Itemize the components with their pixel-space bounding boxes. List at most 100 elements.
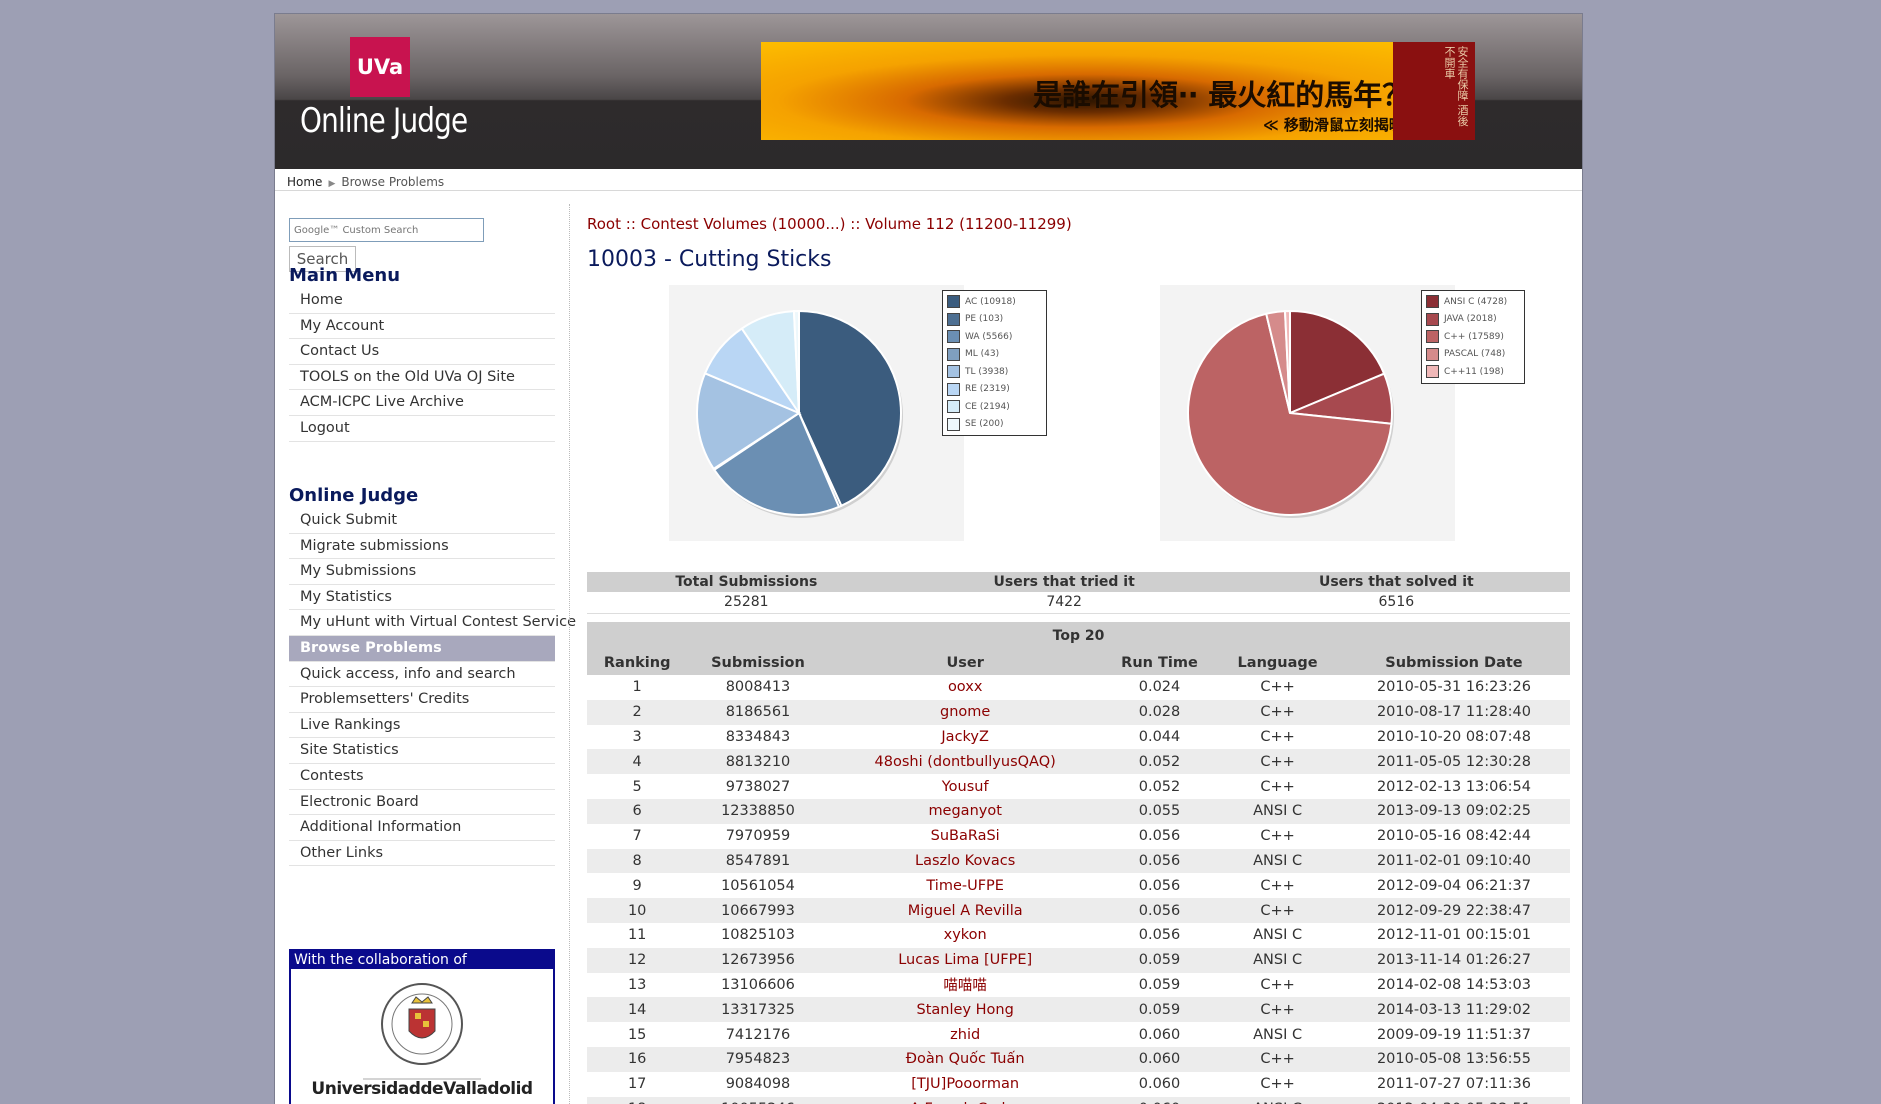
main-menu-item-contact-us[interactable]: Contact Us [289,339,555,365]
oj-menu-item-my-statistics[interactable]: My Statistics [289,585,555,611]
collaboration-title: With the collaboration of [291,951,553,969]
main-menu-item-my-account[interactable]: My Account [289,314,555,340]
total-submissions-value: 25281 [587,592,906,614]
verdict-pie-legend-swatch [947,295,960,309]
language-pie-legend-label: C++11 (198) [1444,366,1504,377]
users-solved-value: 6516 [1222,592,1570,614]
main-menu-item-logout[interactable]: Logout [289,416,555,442]
path-volumes-link[interactable]: Contest Volumes (10000...) [641,215,846,233]
column-divider [569,204,570,1104]
language-pie-legend-swatch [1426,295,1439,309]
language-legend: ANSI C (4728) JAVA (2018) C++ (17589) PASCA… [1421,290,1525,384]
users-tried-value: 7422 [905,592,1223,614]
path-volume-link[interactable]: Volume 112 (11200-11299) [865,215,1072,233]
top20-column-header[interactable]: Ranking [587,650,688,675]
ad-banner[interactable]: 是誰在引領‧‧ 最火紅的馬年？ ≪ 移動滑鼠立刻揭曉 安全有保障 酒後不開車 [761,42,1475,140]
user-link[interactable]: Laszlo Kovacs [828,848,1102,874]
language-cell: C++ [1217,1046,1338,1072]
oj-menu-item-contests[interactable]: Contests [289,764,555,790]
oj-menu-item-other-links[interactable]: Other Links [289,841,555,867]
runtime-cell: 0.060 [1101,1046,1218,1072]
main-menu-item-tools-on-the-old-uva-oj-site[interactable]: TOOLS on the Old UVa OJ Site [289,365,555,391]
language-cell: C++ [1217,823,1338,849]
oj-menu-item-electronic-board[interactable]: Electronic Board [289,790,555,816]
language-cell: C++ [1217,724,1338,750]
user-link[interactable]: Yousuf [828,774,1102,799]
verdict-pie-legend-item: AC (10918) [947,293,1042,311]
oj-menu-item-quick-access-info-and-search[interactable]: Quick access, info and search [289,662,555,688]
runtime-cell: 0.028 [1101,699,1218,725]
language-cell: C++ [1217,997,1338,1023]
breadcrumb-home[interactable]: Home [287,175,322,189]
language-cell: ANSI C [1217,947,1338,973]
date-cell: 2011-07-27 07:11:36 [1337,1071,1570,1097]
user-link[interactable]: ooxx [828,675,1102,700]
language-pie-legend-item: JAVA (2018) [1426,311,1520,329]
user-link[interactable]: xykon [828,922,1102,948]
verdict-pie-legend-label: SE (200) [965,419,1004,430]
user-link[interactable]: meganyot [828,798,1102,824]
submission-cell: 9084098 [687,1071,829,1097]
submission-cell: 8008413 [687,675,829,700]
top20-column-header[interactable]: Language [1217,650,1338,675]
site-name[interactable]: Online Judge [300,101,468,141]
top20-column-header[interactable]: Submission Date [1337,650,1570,675]
language-cell: C++ [1217,1071,1338,1097]
date-cell: 2011-02-01 09:10:40 [1337,848,1570,874]
oj-menu-item-additional-information[interactable]: Additional Information [289,815,555,841]
user-link[interactable]: Stanley Hong [828,997,1102,1023]
main-menu-item-home[interactable]: Home [289,288,555,314]
user-link[interactable]: Lucas Lima [UFPE] [828,947,1102,973]
verdict-pie-legend-swatch [947,365,960,379]
user-link[interactable]: A French Coder [828,1096,1102,1104]
user-link[interactable]: 48oshi (dontbullyusQAQ) [828,749,1102,775]
verdict-pie-legend-item: TL (3938) [947,363,1042,381]
verdict-chart [669,285,964,541]
oj-menu-item-problemsetters-credits[interactable]: Problemsetters' Credits [289,687,555,713]
user-link[interactable]: Đoàn Quốc Tuấn [828,1046,1102,1072]
runtime-cell: 0.056 [1101,823,1218,849]
date-cell: 2010-08-17 11:28:40 [1337,699,1570,725]
user-link[interactable]: Miguel A Revilla [828,898,1102,923]
language-cell: ANSI C [1217,922,1338,948]
language-pie-legend-label: ANSI C (4728) [1444,296,1508,307]
divider [275,190,1582,191]
table-row: 2 8186561 gnome 0.028 C++ 2010-08-17 11:28:40 [587,699,1570,725]
oj-menu-item-site-statistics[interactable]: Site Statistics [289,738,555,764]
search-input[interactable] [289,218,484,242]
verdict-pie-legend-label: CE (2194) [965,401,1010,412]
runtime-cell: 0.055 [1101,798,1218,824]
user-link[interactable]: gnome [828,699,1102,725]
rank-cell: 9 [587,873,688,899]
path-root-link[interactable]: Root [587,215,621,233]
oj-menu-item-browse-problems[interactable]: Browse Problems [289,635,555,662]
runtime-cell: 0.044 [1101,724,1218,750]
submission-cell: 10055246 [687,1096,829,1104]
submission-cell: 13106606 [687,972,829,998]
user-link[interactable]: [TJU]Pooorman [828,1071,1102,1097]
oj-menu-item-live-rankings[interactable]: Live Rankings [289,713,555,739]
rank-cell: 4 [587,749,688,775]
page-container: UVa Online Judge 是誰在引領‧‧ 最火紅的馬年？ ≪ 移動滑鼠立… [274,13,1583,1104]
user-link[interactable]: zhid [828,1022,1102,1047]
verdict-pie-legend-label: ML (43) [965,349,1000,360]
uva-logo[interactable]: UVa [350,37,410,97]
user-link[interactable]: 喵喵喵 [828,972,1102,998]
ad-subline: ≪ 移動滑鼠立刻揭曉 [1263,116,1404,134]
user-link[interactable]: SuBaRaSi [828,823,1102,849]
top20-column-header[interactable]: Run Time [1101,650,1218,675]
user-link[interactable]: Time-UFPE [828,873,1102,899]
user-link[interactable]: JackyZ [828,724,1102,750]
oj-menu-item-quick-submit[interactable]: Quick Submit [289,508,555,534]
top20-column-header[interactable]: User [828,650,1102,675]
table-row: 15 7412176 zhid 0.060 ANSI C 2009-09-19 11:51… [587,1022,1570,1047]
oj-menu-item-my-uhunt-with-virtual-contest-service[interactable]: My uHunt with Virtual Contest Service [289,610,576,636]
main-menu-item-acm-icpc-live-archive[interactable]: ACM-ICPC Live Archive [289,390,555,416]
table-row: 5 9738027 Yousuf 0.052 C++ 2012-02-13 13:06:5… [587,774,1570,799]
top20-column-header[interactable]: Submission [687,650,829,675]
oj-menu-item-my-submissions[interactable]: My Submissions [289,559,555,585]
language-pie-legend-item: C++11 (198) [1426,363,1520,381]
oj-menu-item-migrate-submissions[interactable]: Migrate submissions [289,534,555,560]
runtime-cell: 0.059 [1101,997,1218,1023]
ad-side-text: 安全有保障 酒後不開車 [1393,42,1475,140]
